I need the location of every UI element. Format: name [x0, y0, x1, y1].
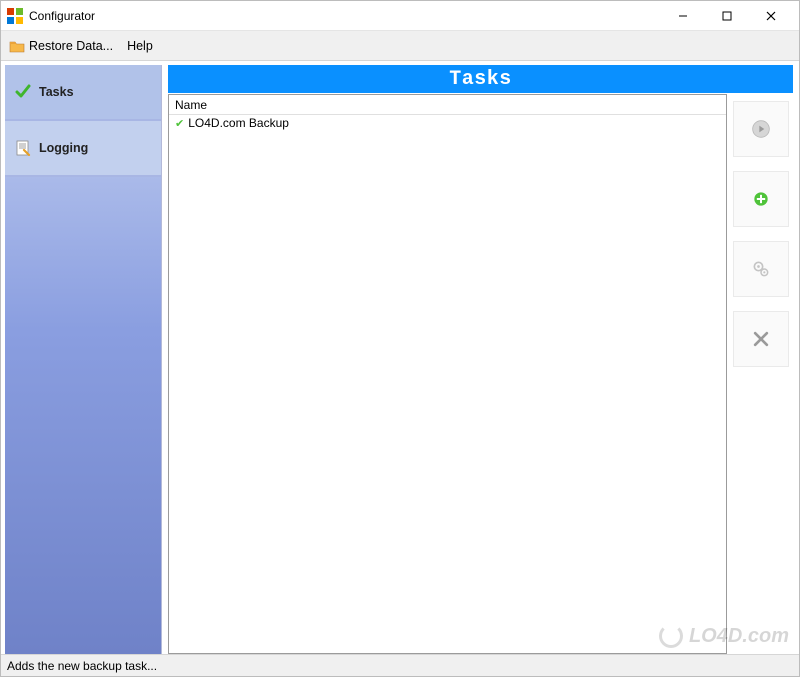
- add-task-button[interactable]: [733, 171, 789, 227]
- panel-title: Tasks: [168, 65, 793, 93]
- run-task-button[interactable]: [733, 101, 789, 157]
- sidebar-item-label: Logging: [39, 141, 88, 155]
- menubar: Restore Data... Help: [1, 31, 799, 61]
- sidebar-item-tasks[interactable]: Tasks: [5, 65, 161, 121]
- list-item-label: LO4D.com Backup: [188, 116, 289, 130]
- main-body: Name ✔ LO4D.com Backup: [168, 93, 793, 654]
- sidebar: Tasks Logging: [5, 65, 162, 654]
- content-area: Tasks Logging Tasks Name ✔: [1, 61, 799, 654]
- close-icon: [751, 329, 771, 349]
- delete-task-button[interactable]: [733, 311, 789, 367]
- action-column: [733, 93, 793, 654]
- check-small-icon: ✔: [175, 117, 184, 130]
- app-icon: [7, 8, 23, 24]
- sidebar-item-label: Tasks: [39, 85, 74, 99]
- window-title: Configurator: [29, 9, 95, 23]
- gears-icon: [751, 259, 771, 279]
- status-text: Adds the new backup task...: [7, 659, 157, 673]
- document-icon: [15, 140, 31, 156]
- restore-data-menu[interactable]: Restore Data...: [9, 38, 113, 54]
- close-button[interactable]: [749, 1, 793, 31]
- help-label: Help: [127, 39, 153, 53]
- settings-task-button[interactable]: [733, 241, 789, 297]
- column-header-name[interactable]: Name: [169, 95, 726, 115]
- app-window: Configurator Restore Data... Help: [0, 0, 800, 677]
- maximize-button[interactable]: [705, 1, 749, 31]
- list-item[interactable]: ✔ LO4D.com Backup: [169, 115, 726, 131]
- sidebar-item-logging[interactable]: Logging: [5, 121, 161, 177]
- add-icon: [751, 189, 771, 209]
- folder-icon: [9, 38, 25, 54]
- help-menu[interactable]: Help: [127, 39, 153, 53]
- main-panel: Tasks Name ✔ LO4D.com Backup: [168, 65, 793, 654]
- task-list[interactable]: Name ✔ LO4D.com Backup: [168, 94, 727, 654]
- window-controls: [661, 1, 793, 31]
- statusbar: Adds the new backup task...: [1, 654, 799, 676]
- restore-data-label: Restore Data...: [29, 39, 113, 53]
- titlebar: Configurator: [1, 1, 799, 31]
- minimize-button[interactable]: [661, 1, 705, 31]
- play-icon: [751, 119, 771, 139]
- check-icon: [15, 84, 31, 100]
